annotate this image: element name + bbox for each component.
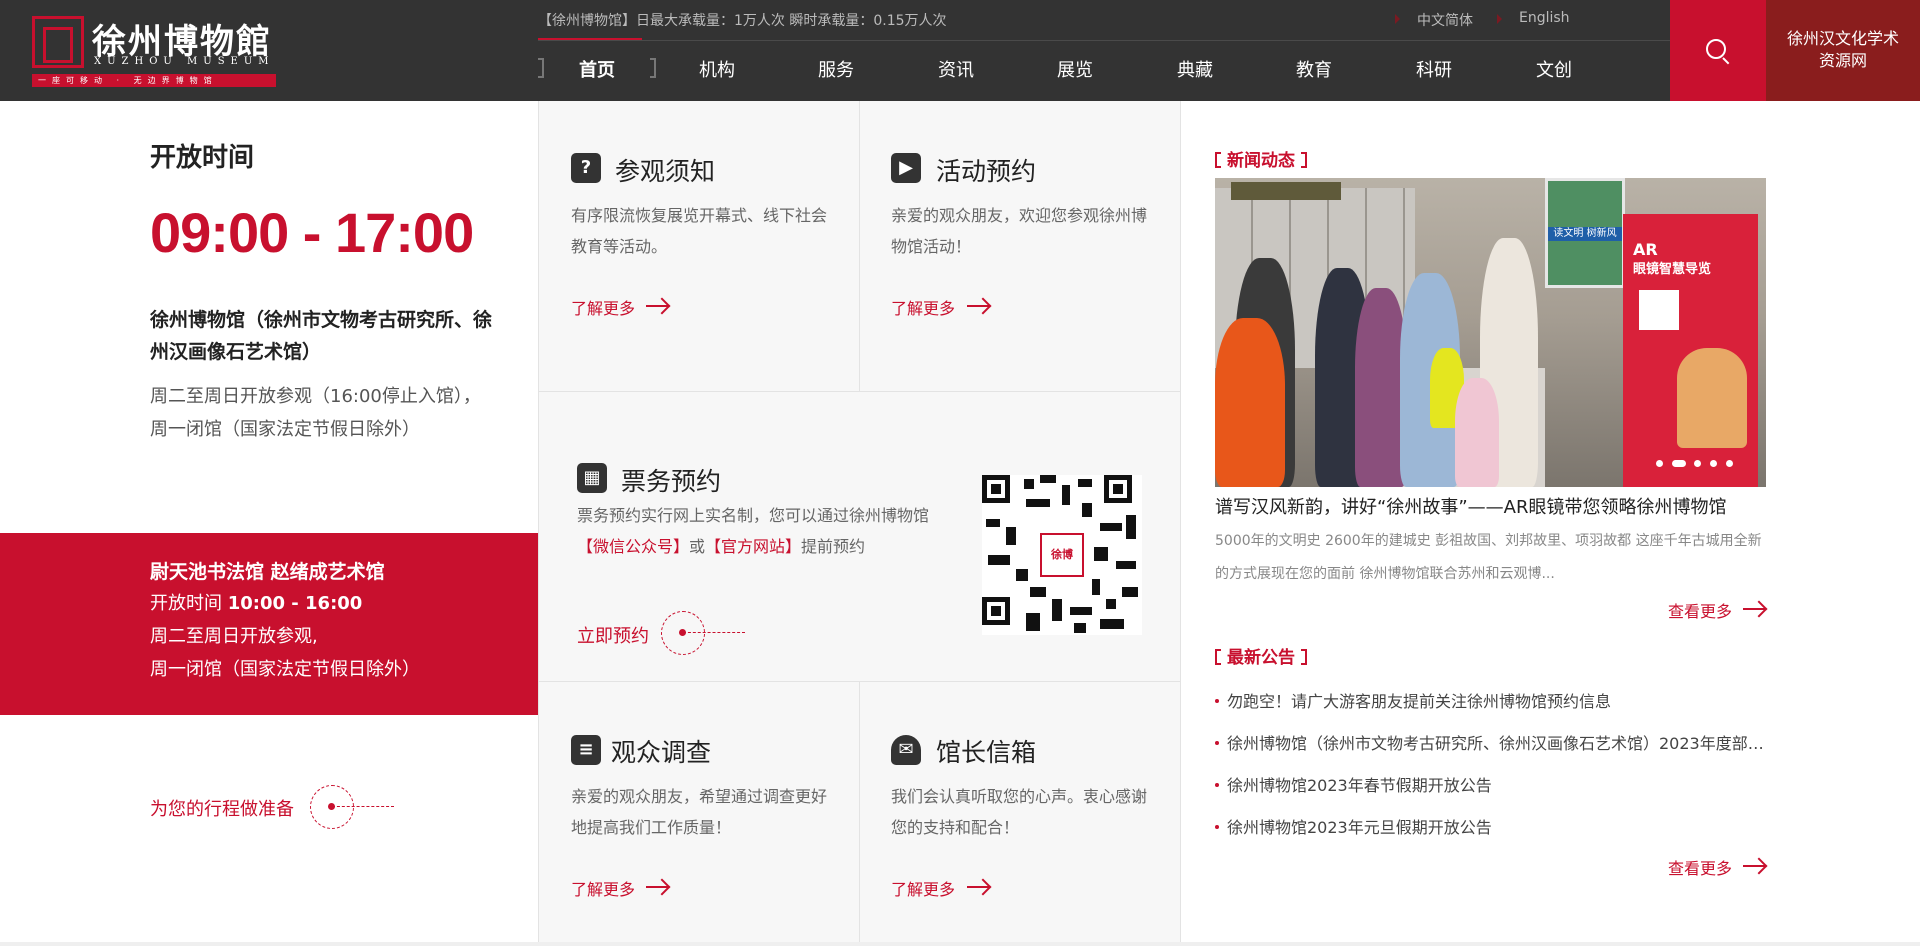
nav-bracket-icon	[650, 58, 656, 78]
learn-more-link[interactable]: 了解更多	[571, 876, 635, 900]
nav-services[interactable]: 服务	[781, 56, 891, 82]
search-icon	[1706, 39, 1726, 59]
ticket-desc-text: 票务预约实行网上实名制，您可以通过徐州博物馆	[577, 506, 930, 525]
ticket-qr-code: 徐博	[982, 475, 1142, 635]
plan-trip-link[interactable]: 为您的行程做准备	[150, 795, 294, 821]
capacity-notice: 【徐州博物馆】日最大承载量：1万人次 瞬时承载量：0.15万人次	[538, 13, 947, 29]
announcement-heading: 最新公告	[1215, 643, 1307, 668]
arrow-right-icon	[967, 305, 989, 307]
announcement-more-link[interactable]: 查看更多	[1668, 855, 1732, 879]
museum-hours-desc: 周二至周日开放参观（16:00停止入馆）， 周一闭馆（国家法定节假日除外）	[150, 380, 510, 446]
mascot-figure	[1677, 348, 1747, 448]
question-icon: ?	[571, 153, 601, 183]
branch-title: 尉天池书法馆 赵绪成艺术馆	[150, 561, 385, 583]
arrow-right-icon	[646, 886, 668, 888]
logo-emblem-icon	[32, 16, 84, 68]
mail-icon: ✉	[891, 735, 921, 765]
learn-more-link[interactable]: 了解更多	[891, 876, 955, 900]
han-link-line1: 徐州汉文化学术	[1786, 29, 1899, 48]
arrow-right-icon	[1743, 865, 1765, 867]
carousel-dot[interactable]	[1656, 460, 1663, 467]
play-icon: ▶	[891, 153, 921, 183]
arrow-right-icon	[646, 305, 668, 307]
carousel-dot[interactable]	[1726, 460, 1733, 467]
calendar-icon: ▦	[577, 463, 607, 493]
nav-creative[interactable]: 文创	[1499, 56, 1609, 82]
search-button[interactable]	[1670, 0, 1766, 101]
branch-line: 周二至周日开放参观,	[150, 626, 318, 647]
news-more-link[interactable]: 查看更多	[1668, 598, 1732, 622]
nav-research[interactable]: 科研	[1379, 56, 1489, 82]
nav-education[interactable]: 教育	[1259, 56, 1369, 82]
bullet-icon	[1215, 825, 1219, 829]
announcement-item[interactable]: 勿跑空！请广大游客朋友提前关注徐州博物馆预约信息	[1215, 688, 1766, 712]
carousel-dot[interactable]	[1710, 460, 1717, 467]
announcement-item[interactable]: 徐州博物馆（徐州市文物考古研究所、徐州汉画像石艺术馆）2023年度部门预算公开	[1215, 730, 1766, 754]
or-text: 或	[689, 537, 706, 556]
card-title: 馆长信箱	[936, 738, 1037, 767]
card-title: 票务预约	[621, 467, 722, 496]
bullet-icon	[1215, 741, 1219, 745]
opening-hours-title: 开放时间	[150, 143, 255, 173]
logo-en-text: XUZHOU MUSEUM	[94, 56, 275, 67]
lang-marker-icon	[1395, 14, 1400, 24]
branch-hours-box: 尉天池书法馆 赵绪成艺术馆 开放时间 10:00 - 16:00 周二至周日开放…	[0, 533, 538, 715]
learn-more-link[interactable]: 了解更多	[571, 295, 635, 319]
news-heading-text: 新闻动态	[1227, 151, 1295, 171]
bullet-icon	[1215, 699, 1219, 703]
news-summary: 5000年的文明史 2600年的建城史 彭祖故国、刘邦故里、项羽故都 这座千年古…	[1215, 533, 1762, 582]
branch-hours: 开放时间 10:00 - 16:00	[150, 587, 538, 620]
branch-hours-value: 10:00 - 16:00	[227, 593, 363, 614]
han-link-line2: 资源网	[1818, 51, 1867, 70]
logo-slogan: 一座可移动 · 无边界博物馆	[32, 74, 276, 87]
page-bottom-strip	[0, 942, 1920, 946]
lang-en-link[interactable]: English	[1519, 10, 1570, 26]
card-title: 参观须知	[615, 157, 716, 186]
card-title: 活动预约	[936, 157, 1037, 186]
bullet-icon	[1215, 783, 1219, 787]
announcement-heading-text: 最新公告	[1227, 648, 1295, 668]
museum-logo[interactable]: 徐州博物館 XUZHOU MUSEUM 一座可移动 · 无边界博物馆	[32, 14, 276, 88]
clipboard-icon: ≡	[571, 735, 601, 765]
lang-zh-link[interactable]: 中文简体	[1417, 10, 1473, 30]
han-culture-resource-link[interactable]: 徐州汉文化学术 资源网	[1766, 0, 1920, 101]
ticket-suffix: 提前预约	[801, 537, 866, 556]
carousel-dot-active[interactable]	[1672, 460, 1686, 467]
hours-desc-line: 周二至周日开放参观（16:00停止入馆），	[150, 386, 481, 407]
card-desc: 票务预约实行网上实名制，您可以通过徐州博物馆 【微信公众号】或【官方网站】提前预…	[577, 500, 942, 562]
lang-marker-icon	[1497, 14, 1502, 24]
branch-line: 周一闭馆（国家法定节假日除外）	[150, 659, 420, 680]
announcement-item[interactable]: 徐州博物馆2023年元旦假期开放公告	[1215, 814, 1766, 838]
arrow-right-icon	[1743, 608, 1765, 610]
official-site-link[interactable]: 【官方网站】	[705, 537, 801, 556]
nav-home[interactable]: 首页	[542, 56, 652, 82]
book-now-link[interactable]: 立即预约	[577, 622, 649, 648]
museum-full-name: 徐州博物馆（徐州市文物考古研究所、徐州汉画像石艺术馆）	[150, 309, 493, 363]
announcement-item[interactable]: 徐州博物馆2023年春节假期开放公告	[1215, 772, 1766, 796]
carousel-dot[interactable]	[1694, 460, 1701, 467]
wall-poster: 读文明 树新风	[1545, 178, 1625, 288]
site-header: 徐州博物館 XUZHOU MUSEUM 一座可移动 · 无边界博物馆 【徐州博物…	[0, 0, 1920, 101]
notice-underline	[538, 38, 642, 40]
branch-hours-label: 开放时间	[150, 593, 222, 614]
arrow-right-icon	[967, 886, 989, 888]
card-desc: 亲爱的观众朋友，希望通过调查更好地提高我们工作质量！	[571, 787, 828, 837]
nav-organization[interactable]: 机构	[662, 56, 772, 82]
card-desc: 亲爱的观众朋友，欢迎您参观徐州博物馆活动！	[891, 206, 1148, 256]
header-divider	[538, 40, 1670, 41]
opening-hours-value: 09:00 - 17:00	[150, 201, 474, 264]
card-desc: 有序限流恢复展览开幕式、线下社会教育等活动。	[571, 206, 828, 256]
learn-more-link[interactable]: 了解更多	[891, 295, 955, 319]
qr-museum-logo-icon: 徐博	[1040, 533, 1084, 577]
nav-news[interactable]: 资讯	[901, 56, 1011, 82]
news-headline-link[interactable]: 谱写汉风新韵，讲好“徐州故事”——AR眼镜带您领略徐州博物馆	[1215, 493, 1766, 519]
nav-exhibitions[interactable]: 展览	[1020, 56, 1130, 82]
wechat-link[interactable]: 【微信公众号】	[577, 537, 689, 556]
card-title: 观众调查	[611, 738, 712, 767]
hours-desc-line: 周一闭馆（国家法定节假日除外）	[150, 419, 420, 440]
news-carousel-image[interactable]: 读文明 树新风 AR 眼镜智慧导览	[1215, 178, 1766, 487]
news-heading: 新闻动态	[1215, 146, 1307, 171]
nav-collections[interactable]: 典藏	[1140, 56, 1250, 82]
card-desc: 我们会认真听取您的心声。衷心感谢您的支持和配合！	[891, 787, 1148, 837]
